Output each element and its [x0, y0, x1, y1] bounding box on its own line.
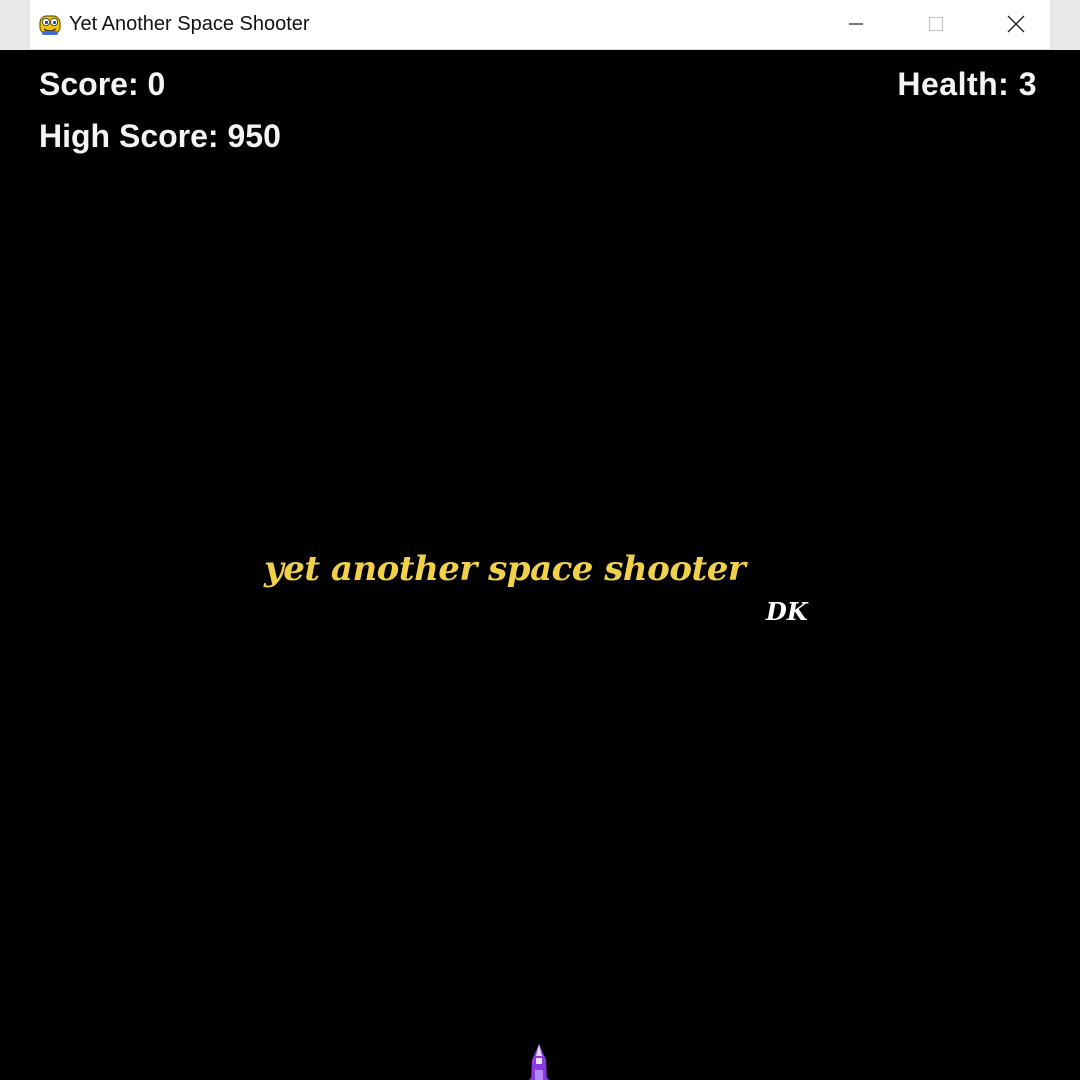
pygame-snake-icon: [39, 15, 61, 35]
splash-title: yet another space shooter: [264, 549, 746, 589]
window-title: Yet Another Space Shooter: [69, 13, 310, 35]
game-canvas[interactable]: Score: 0 High Score: 950 Health: 3 yet a…: [30, 50, 1050, 1080]
minimize-icon: [849, 23, 863, 25]
purple-spaceship-icon: [528, 1044, 550, 1080]
maximize-button[interactable]: [896, 0, 976, 48]
splash-credit: DK: [766, 597, 808, 626]
maximize-icon: [928, 16, 944, 32]
health-label: Health: 3: [897, 66, 1037, 102]
close-button[interactable]: [976, 0, 1056, 48]
close-icon: [1007, 15, 1025, 33]
title-bar[interactable]: Yet Another Space Shooter: [30, 0, 1050, 50]
high-score-label: High Score: 950: [39, 118, 281, 154]
minimize-button[interactable]: [816, 0, 896, 48]
score-label: Score: 0: [39, 66, 166, 102]
screen: Yet Another Space Shooter Score: 0 High …: [0, 0, 1080, 1080]
game-window: Yet Another Space Shooter Score: 0 High …: [30, 0, 1050, 1080]
